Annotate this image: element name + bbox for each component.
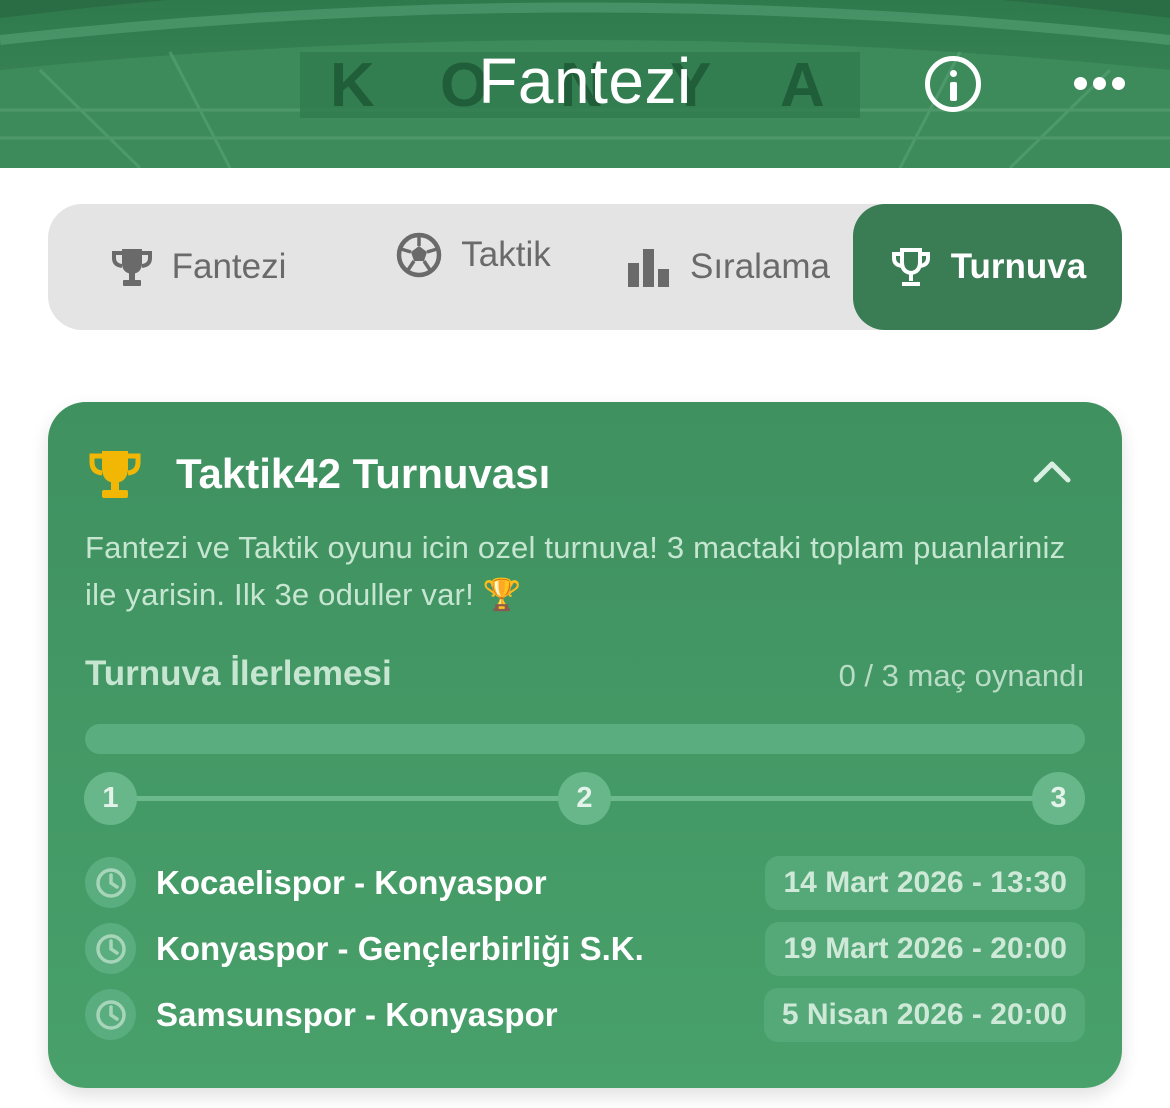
match-teams: Kocaelispor - Konyaspor	[156, 864, 547, 901]
gold-trophy-icon	[89, 451, 141, 498]
step-3: 3	[1032, 772, 1085, 825]
match-teams: Samsunspor - Konyaspor	[156, 996, 558, 1033]
step-1: 1	[84, 772, 137, 825]
match-date: 14 Mart 2026 - 13:30	[765, 856, 1085, 910]
tab-fantezi[interactable]: Fantezi	[78, 204, 318, 330]
tournament-card: Taktik42 Turnuvası Fantezi ve Taktik oyu…	[48, 402, 1122, 1088]
chevron-up-icon[interactable]	[1032, 456, 1072, 484]
match-date: 19 Mart 2026 - 20:00	[765, 922, 1085, 976]
match-teams: Konyaspor - Gençlerbirliği S.K.	[156, 930, 644, 967]
tournament-description: Fantezi ve Taktik oyunu icin ozel turnuv…	[85, 530, 1066, 612]
step-connector	[610, 796, 1034, 801]
trophy-outline-icon	[891, 248, 930, 286]
page-title: Fantezi	[478, 45, 692, 117]
tab-label: Sıralama	[689, 247, 831, 286]
step-2: 2	[558, 772, 611, 825]
clock-icon	[85, 923, 136, 974]
progress-count: 0 / 3 maç oynandı	[838, 658, 1085, 693]
header-banner: K O N Y A Fantezi	[0, 0, 1170, 168]
tab-bar: Fantezi Taktik Sıralama Turnuva	[48, 204, 1122, 330]
tournament-title: Taktik42 Turnuvası	[176, 450, 551, 497]
clock-icon	[85, 857, 136, 908]
more-dots-icon[interactable]	[1070, 72, 1130, 96]
progress-bar	[85, 724, 1085, 754]
info-circle-icon[interactable]	[925, 56, 981, 112]
soccer-ball-icon	[397, 232, 442, 278]
tab-taktik[interactable]: Taktik	[348, 192, 598, 318]
progress-title: Turnuva İlerlemesi	[85, 654, 392, 693]
match-row: Konyaspor - Gençlerbirliği S.K. 19 Mart …	[85, 922, 1085, 976]
card-header[interactable]: Taktik42 Turnuvası	[88, 446, 550, 502]
trophy-icon	[111, 249, 152, 286]
tab-label: Fantezi	[171, 247, 287, 286]
clock-icon	[85, 989, 136, 1040]
match-row: Samsunspor - Konyaspor 5 Nisan 2026 - 20…	[85, 988, 1085, 1042]
match-row: Kocaelispor - Konyaspor 14 Mart 2026 - 1…	[85, 856, 1085, 910]
bar-chart-icon	[627, 249, 669, 287]
tab-label: Taktik	[461, 235, 551, 274]
tab-siralama[interactable]: Sıralama	[608, 204, 848, 330]
tab-label: Turnuva	[950, 247, 1087, 286]
tab-turnuva[interactable]: Turnuva	[853, 204, 1122, 330]
match-date: 5 Nisan 2026 - 20:00	[763, 988, 1085, 1042]
step-connector	[136, 796, 560, 801]
